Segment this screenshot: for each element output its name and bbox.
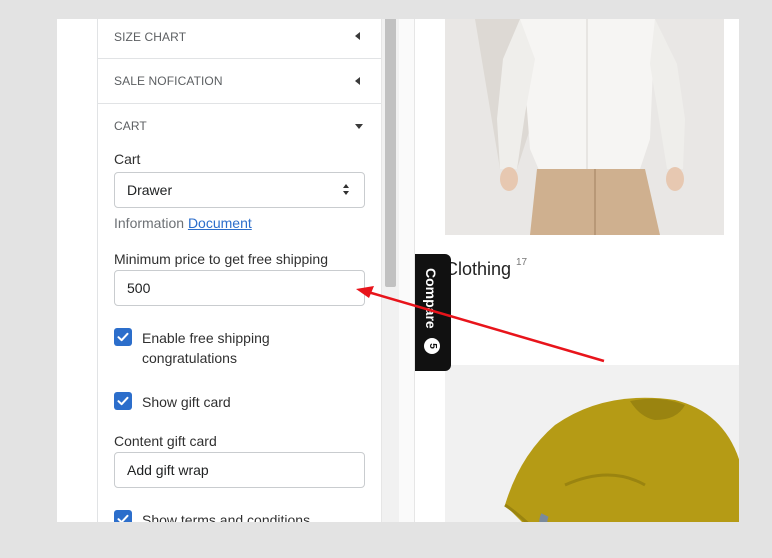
checkmark-icon [117, 332, 129, 342]
category-count: 17 [516, 257, 528, 268]
section-sale-notification-label: SALE NOFICATION [114, 74, 223, 88]
category-title[interactable]: Clothing [445, 259, 511, 280]
cart-type-select-value: Drawer [127, 182, 173, 198]
show-gift-card-label: Show gift card [142, 394, 231, 410]
panel-scrollbar[interactable] [381, 19, 399, 522]
show-gift-card-row[interactable]: Show gift card [114, 392, 364, 412]
sweater-illustration [445, 365, 739, 522]
compare-label: Compare [423, 268, 439, 329]
show-terms-row[interactable]: Show terms and conditions [114, 510, 364, 522]
scrollbar-thumb[interactable] [385, 19, 396, 287]
min-price-input-value: 500 [127, 280, 151, 296]
theme-settings-panel: SIZE CHART SALE NOFICATION CART Cart Dra… [97, 19, 382, 522]
document-link[interactable]: Document [188, 215, 252, 231]
content-gift-card-label: Content gift card [114, 433, 217, 449]
content-gift-card-input-value: Add gift wrap [127, 462, 209, 478]
min-price-input[interactable]: 500 [114, 270, 365, 306]
compare-tab[interactable]: Compare 5 [415, 254, 451, 371]
enable-free-shipping-label: Enable free shipping congratulations [142, 330, 270, 366]
compare-tab-inner: Compare 5 [415, 254, 451, 371]
shirt-model-illustration [445, 19, 724, 235]
enable-free-shipping-row[interactable]: Enable free shipping congratulations [114, 328, 364, 368]
section-size-chart-label: SIZE CHART [114, 30, 187, 44]
show-terms-label: Show terms and conditions [142, 512, 311, 522]
show-terms-checkbox[interactable] [114, 510, 132, 522]
section-cart[interactable]: CART [98, 104, 382, 142]
panel-divider [399, 19, 415, 522]
section-cart-label: CART [114, 119, 147, 133]
product-image-sweater[interactable] [445, 365, 739, 522]
enable-free-shipping-checkbox[interactable] [114, 328, 132, 346]
select-arrows-icon [343, 184, 351, 196]
store-preview: Clothing 17 [415, 19, 739, 522]
cart-information-line: Information Document [114, 215, 252, 231]
app-frame: SIZE CHART SALE NOFICATION CART Cart Dra… [57, 19, 739, 522]
cart-type-label: Cart [114, 151, 141, 167]
caret-left-icon [355, 32, 360, 40]
caret-down-icon [355, 124, 363, 129]
information-prefix: Information [114, 215, 185, 231]
min-price-label: Minimum price to get free shipping [114, 251, 328, 267]
cart-type-select[interactable]: Drawer [114, 172, 365, 208]
section-size-chart[interactable]: SIZE CHART [98, 19, 382, 59]
caret-left-icon [355, 77, 360, 85]
content-gift-card-input[interactable]: Add gift wrap [114, 452, 365, 488]
section-sale-notification[interactable]: SALE NOFICATION [98, 59, 382, 104]
show-gift-card-checkbox[interactable] [114, 392, 132, 410]
checkmark-icon [117, 514, 129, 522]
product-image-shirt[interactable] [445, 19, 724, 235]
compare-count-badge: 5 [424, 338, 440, 354]
checkmark-icon [117, 396, 129, 406]
